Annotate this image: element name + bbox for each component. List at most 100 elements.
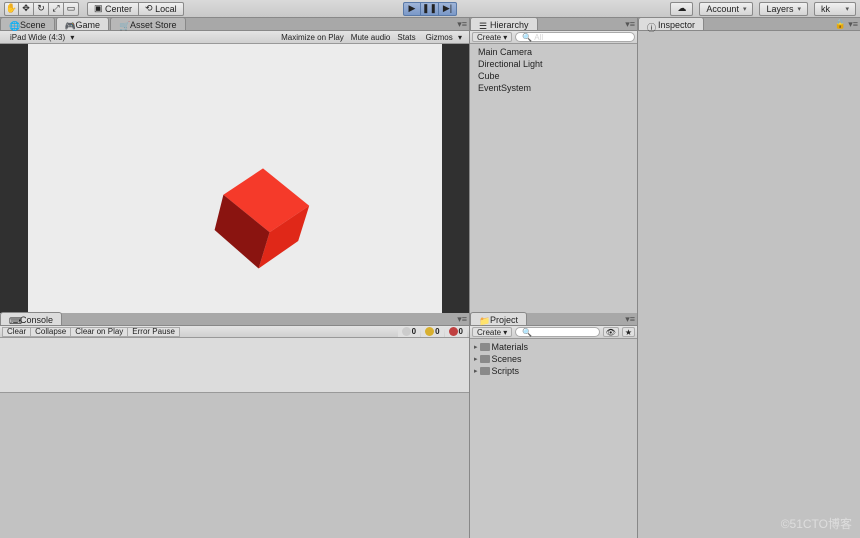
scale-icon: ⤢: [52, 3, 59, 14]
tab-game[interactable]: 🎮Game: [56, 17, 110, 30]
transform-tools: ✋ ✥ ↻ ⤢ ▭: [4, 2, 79, 16]
tab-hierarchy[interactable]: ☰Hierarchy: [470, 17, 538, 30]
tab-asset-store[interactable]: 🛒Asset Store: [110, 17, 186, 30]
move-icon: ✥: [22, 3, 30, 14]
rotate-icon: ↻: [37, 3, 45, 14]
console-warn-count[interactable]: 0: [421, 327, 443, 337]
console-icon: ⌨: [9, 316, 17, 324]
play-button[interactable]: ▶: [403, 2, 421, 16]
toolbar-right: ☁ Account Layers kk: [670, 2, 856, 16]
hierarchy-item[interactable]: EventSystem: [470, 82, 637, 94]
hierarchy-create-button[interactable]: Create ▾: [472, 32, 512, 42]
console-tabs: ⌨Console ▾≡: [0, 313, 469, 326]
expand-icon: ▸: [474, 367, 478, 375]
console-toolbar: Clear Collapse Clear on Play Error Pause…: [0, 326, 469, 338]
hand-tool[interactable]: ✋: [4, 2, 19, 16]
gizmos-toggle[interactable]: Gizmos ▾: [420, 33, 465, 42]
project-tabs: 📁Project ▾≡: [470, 313, 637, 326]
step-button[interactable]: ▶|: [439, 2, 457, 16]
stats-toggle[interactable]: Stats: [394, 33, 418, 42]
folder-icon: [480, 355, 490, 363]
console-details: [0, 393, 469, 538]
local-icon: ⟲: [145, 3, 153, 14]
project-filter-button[interactable]: 👁: [603, 327, 619, 337]
tab-project[interactable]: 📁Project: [470, 312, 527, 325]
project-tree: ▸Materials ▸Scenes ▸Scripts: [470, 339, 637, 538]
scene-icon: 🌐: [9, 21, 17, 29]
project-folder[interactable]: ▸Scenes: [470, 353, 637, 365]
console-collapse-toggle[interactable]: Collapse: [31, 327, 71, 337]
console-info-count[interactable]: 0: [398, 327, 420, 337]
aspect-dropdown[interactable]: iPad Wide (4:3) ▾: [4, 33, 77, 42]
hierarchy-toolbar: Create ▾ 🔍All: [470, 31, 637, 44]
console-body: [0, 338, 469, 393]
pause-icon: ❚❚: [422, 3, 437, 14]
hierarchy-tabs: ☰Hierarchy ▾≡: [470, 18, 637, 31]
tab-scene[interactable]: 🌐Scene: [0, 17, 55, 30]
hierarchy-item[interactable]: Directional Light: [470, 58, 637, 70]
console-clear-button[interactable]: Clear: [2, 327, 31, 337]
center-icon: ▣: [94, 3, 103, 14]
scale-tool[interactable]: ⤢: [49, 2, 64, 16]
console-clear-on-play-toggle[interactable]: Clear on Play: [71, 327, 128, 337]
expand-icon: ▸: [474, 355, 478, 363]
step-icon: ▶|: [443, 3, 452, 14]
console-error-count[interactable]: 0: [445, 327, 467, 337]
mute-audio-toggle[interactable]: Mute audio: [348, 33, 394, 42]
hierarchy-list: Main Camera Directional Light Cube Event…: [470, 44, 637, 313]
cloud-icon: ☁: [677, 3, 686, 14]
scene-tabs: 🌐Scene 🎮Game 🛒Asset Store ▾≡: [0, 18, 469, 31]
folder-icon: [480, 343, 490, 351]
top-toolbar: ✋ ✥ ↻ ⤢ ▭ ▣ Center ⟲ Local ▶ ❚❚ ▶| ☁ Acc…: [0, 0, 860, 18]
move-tool[interactable]: ✥: [19, 2, 34, 16]
project-create-button[interactable]: Create ▾: [472, 327, 512, 337]
project-folder[interactable]: ▸Materials: [470, 341, 637, 353]
project-search-input[interactable]: 🔍: [515, 327, 599, 337]
inspector-tabs: ⓘInspector 🔒 ▾≡: [638, 18, 860, 31]
hierarchy-context-menu[interactable]: ▾≡: [625, 19, 635, 30]
play-icon: ▶: [409, 3, 416, 14]
layers-dropdown[interactable]: Layers: [759, 2, 808, 16]
space-mode-button[interactable]: ⟲ Local: [139, 2, 184, 16]
hand-icon: ✋: [6, 3, 17, 14]
pause-button[interactable]: ❚❚: [421, 2, 439, 16]
game-icon: 🎮: [65, 21, 73, 29]
hierarchy-icon: ☰: [479, 21, 487, 29]
rotate-tool[interactable]: ↻: [34, 2, 49, 16]
tab-inspector[interactable]: ⓘInspector: [638, 17, 704, 30]
cube-mesh: [208, 164, 318, 274]
rect-tool[interactable]: ▭: [64, 2, 79, 16]
project-save-search-button[interactable]: ★: [622, 327, 635, 337]
error-icon: [449, 327, 458, 336]
project-context-menu[interactable]: ▾≡: [625, 314, 635, 325]
inspector-context-menu[interactable]: 🔒 ▾≡: [835, 19, 858, 30]
folder-icon: [480, 367, 490, 375]
project-folder[interactable]: ▸Scripts: [470, 365, 637, 377]
expand-icon: ▸: [474, 343, 478, 351]
account-dropdown[interactable]: Account: [699, 2, 753, 16]
cloud-button[interactable]: ☁: [670, 2, 693, 16]
info-icon: [402, 327, 411, 336]
warning-icon: [425, 327, 434, 336]
playback-controls: ▶ ❚❚ ▶|: [403, 2, 457, 16]
hierarchy-search-input[interactable]: 🔍All: [515, 32, 635, 42]
tab-context-menu[interactable]: ▾≡: [457, 19, 467, 30]
pivot-space-group: ▣ Center ⟲ Local: [87, 2, 184, 16]
game-view-header: iPad Wide (4:3) ▾ Maximize on Play Mute …: [0, 31, 469, 44]
store-icon: 🛒: [119, 21, 127, 29]
inspector-body: [638, 31, 860, 538]
hierarchy-item[interactable]: Main Camera: [470, 46, 637, 58]
pivot-mode-button[interactable]: ▣ Center: [87, 2, 139, 16]
project-toolbar: Create ▾ 🔍 👁 ★: [470, 326, 637, 339]
console-error-pause-toggle[interactable]: Error Pause: [128, 327, 180, 337]
game-view: [0, 44, 469, 313]
layout-dropdown[interactable]: kk: [814, 2, 856, 16]
tab-console[interactable]: ⌨Console: [0, 312, 62, 325]
console-context-menu[interactable]: ▾≡: [457, 314, 467, 325]
rect-icon: ▭: [67, 3, 76, 14]
inspector-icon: ⓘ: [647, 21, 655, 29]
hierarchy-item[interactable]: Cube: [470, 70, 637, 82]
project-icon: 📁: [479, 316, 487, 324]
game-canvas: [28, 44, 442, 313]
maximize-on-play-toggle[interactable]: Maximize on Play: [278, 33, 347, 42]
